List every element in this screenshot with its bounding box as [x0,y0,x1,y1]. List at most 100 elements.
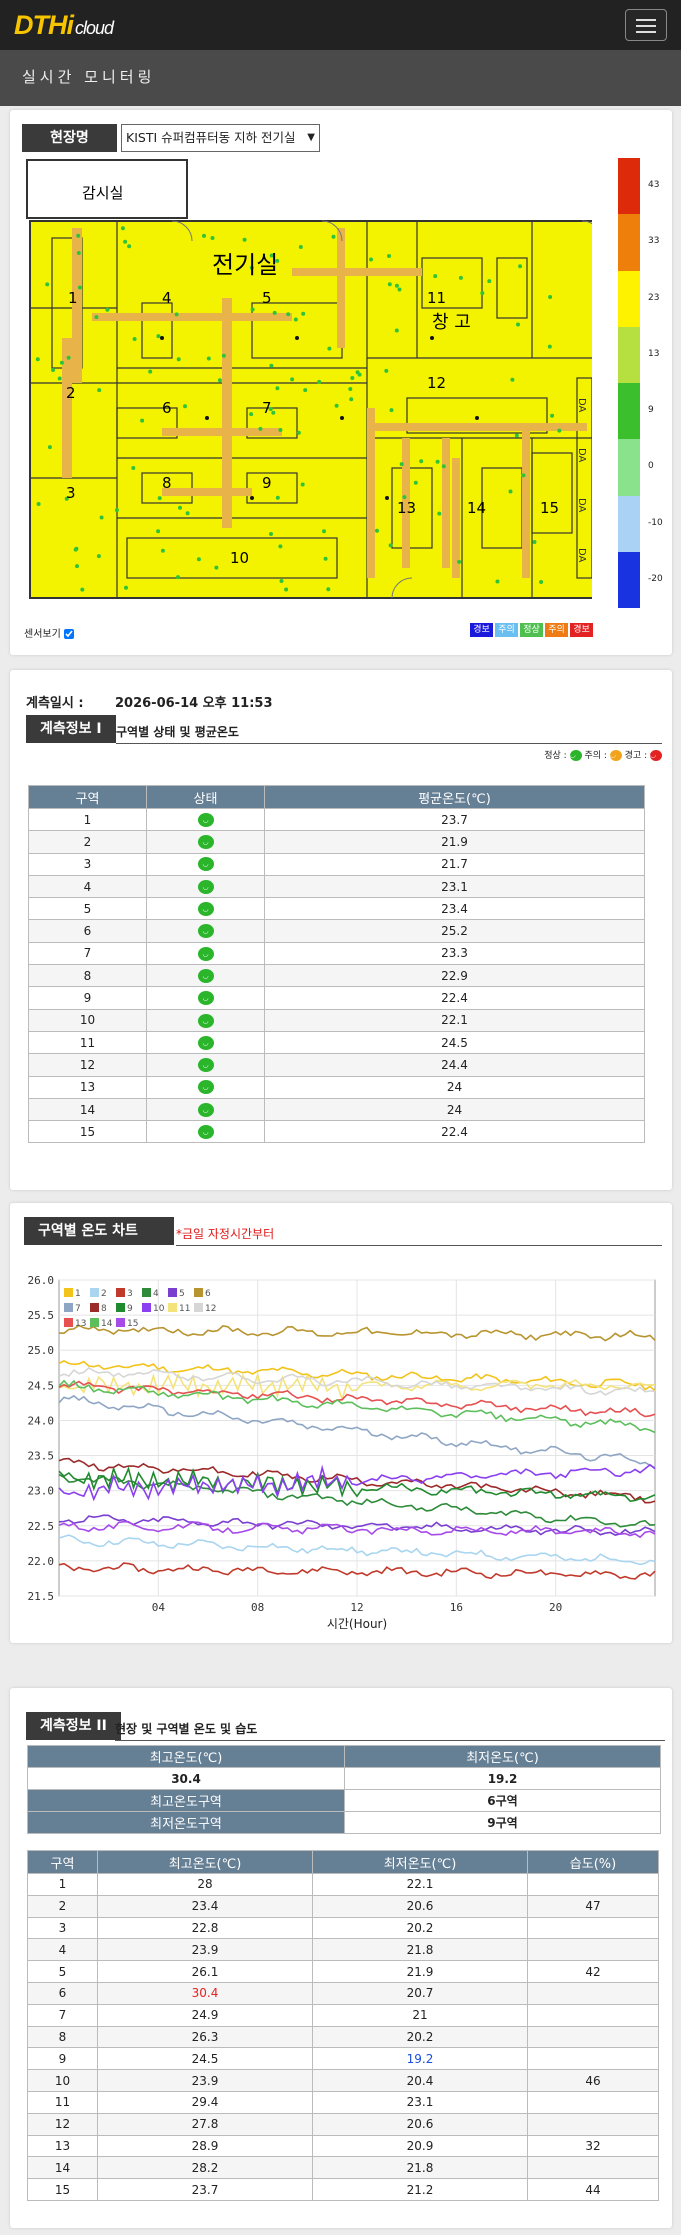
sensor-dot[interactable] [286,312,291,317]
sensor-dot[interactable] [437,511,442,516]
sensor-dot[interactable] [389,408,394,413]
sensor-dot[interactable] [327,346,332,351]
sensor-dot[interactable] [214,565,219,570]
sensor-dot[interactable] [516,322,520,327]
legend-swatch[interactable] [64,1318,73,1327]
legend-entry[interactable]: 10 [153,1304,165,1314]
sensor-dot[interactable] [480,291,485,296]
sensor-dot[interactable] [221,353,226,358]
sensor-dot[interactable] [97,388,102,393]
sensor-dot[interactable] [271,410,276,415]
sensor-dot[interactable] [120,226,125,231]
legend-entry[interactable]: 12 [205,1304,216,1314]
sensor-dot[interactable] [45,282,50,287]
sensor-dot[interactable] [350,376,355,380]
status-button[interactable]: 주의 [495,623,518,637]
sensor-dot[interactable] [249,412,254,417]
legend-swatch[interactable] [194,1303,203,1312]
sensor-dot[interactable] [77,285,82,290]
sensor-dot[interactable] [385,496,389,500]
sensor-dot[interactable] [387,254,391,258]
show-sensors-checkbox-label[interactable]: 센서보기 [24,625,74,640]
sensor-dot[interactable] [96,554,101,559]
sensor-dot[interactable] [518,264,523,269]
legend-entry[interactable]: 14 [101,1319,113,1329]
sensor-dot[interactable] [250,496,254,500]
legend-entry[interactable]: 6 [205,1289,211,1299]
legend-entry[interactable]: 5 [179,1289,185,1299]
sensor-dot[interactable] [475,416,479,420]
legend-swatch[interactable] [194,1288,203,1297]
sensor-dot[interactable] [202,233,206,238]
sensor-dot[interactable] [457,559,462,564]
sensor-dot[interactable] [157,496,162,501]
sensor-dot[interactable] [279,579,284,583]
legend-swatch[interactable] [116,1303,125,1312]
sensor-dot[interactable] [441,464,446,469]
sensor-dot[interactable] [127,244,132,249]
sensor-dot[interactable] [331,234,336,239]
sensor-dot[interactable] [94,315,99,320]
sensor-dot[interactable] [205,416,209,420]
sensor-dot[interactable] [57,376,62,381]
sensor-dot[interactable] [73,547,78,552]
sensor-dot[interactable] [532,540,537,544]
sensor-dot[interactable] [210,236,215,240]
sensor-dot[interactable] [59,360,64,365]
sensor-dot[interactable] [433,274,438,279]
sensor-dot[interactable] [217,378,222,383]
sensor-dot[interactable] [123,239,128,244]
legend-entry[interactable]: 13 [75,1319,86,1329]
sensor-dot[interactable] [458,275,463,280]
sensor-dot[interactable] [290,377,295,382]
sensor-dot[interactable] [375,528,379,533]
show-sensors-checkbox[interactable] [64,629,74,639]
sensor-dot[interactable] [131,466,136,470]
legend-entry[interactable]: 8 [101,1304,107,1314]
sensor-dot[interactable] [176,575,180,580]
sensor-dot[interactable] [322,529,326,534]
sensor-dot[interactable] [369,257,373,262]
sensor-dot[interactable] [160,336,164,340]
sensor-dot[interactable] [394,328,399,333]
legend-entry[interactable]: 3 [127,1289,133,1299]
sensor-dot[interactable] [269,532,273,536]
sensor-dot[interactable] [323,556,328,561]
sensor-dot[interactable] [269,363,274,368]
sensor-dot[interactable] [80,587,85,592]
legend-entry[interactable]: 1 [75,1289,81,1299]
status-button[interactable]: 경보 [570,623,593,637]
sensor-dot[interactable] [66,355,71,360]
site-select[interactable]: KISTI 슈퍼컴퓨터동 지하 전기실 ▼ [121,124,320,152]
sensor-dot[interactable] [76,233,81,238]
legend-entry[interactable]: 4 [153,1289,159,1299]
legend-swatch[interactable] [64,1288,73,1297]
status-button[interactable]: 정상 [520,623,543,637]
sensor-dot[interactable] [140,418,145,423]
legend-swatch[interactable] [168,1303,177,1312]
legend-swatch[interactable] [116,1318,125,1327]
sensor-dot[interactable] [510,377,515,382]
sensor-dot[interactable] [387,282,392,287]
sensor-dot[interactable] [399,462,404,467]
status-button[interactable]: 경보 [470,623,493,637]
sensor-dot[interactable] [397,287,402,292]
sensor-dot[interactable] [275,495,280,500]
legend-entry[interactable]: 7 [75,1304,81,1314]
legend-swatch[interactable] [90,1318,99,1327]
legend-swatch[interactable] [64,1303,73,1312]
sensor-dot[interactable] [51,368,55,372]
sensor-dot[interactable] [293,317,298,322]
sensor-dot[interactable] [183,404,187,409]
sensor-dot[interactable] [185,511,190,516]
sensor-dot[interactable] [156,334,161,339]
sensor-dot[interactable] [178,505,182,510]
sensor-dot[interactable] [348,387,353,391]
sensor-dot[interactable] [296,430,301,435]
sensor-dot[interactable] [278,428,283,432]
sensor-dot[interactable] [35,357,40,362]
sensor-dot[interactable] [340,416,344,420]
legend-swatch[interactable] [142,1303,151,1312]
sensor-dot[interactable] [514,433,519,438]
sensor-dot[interactable] [487,279,492,284]
